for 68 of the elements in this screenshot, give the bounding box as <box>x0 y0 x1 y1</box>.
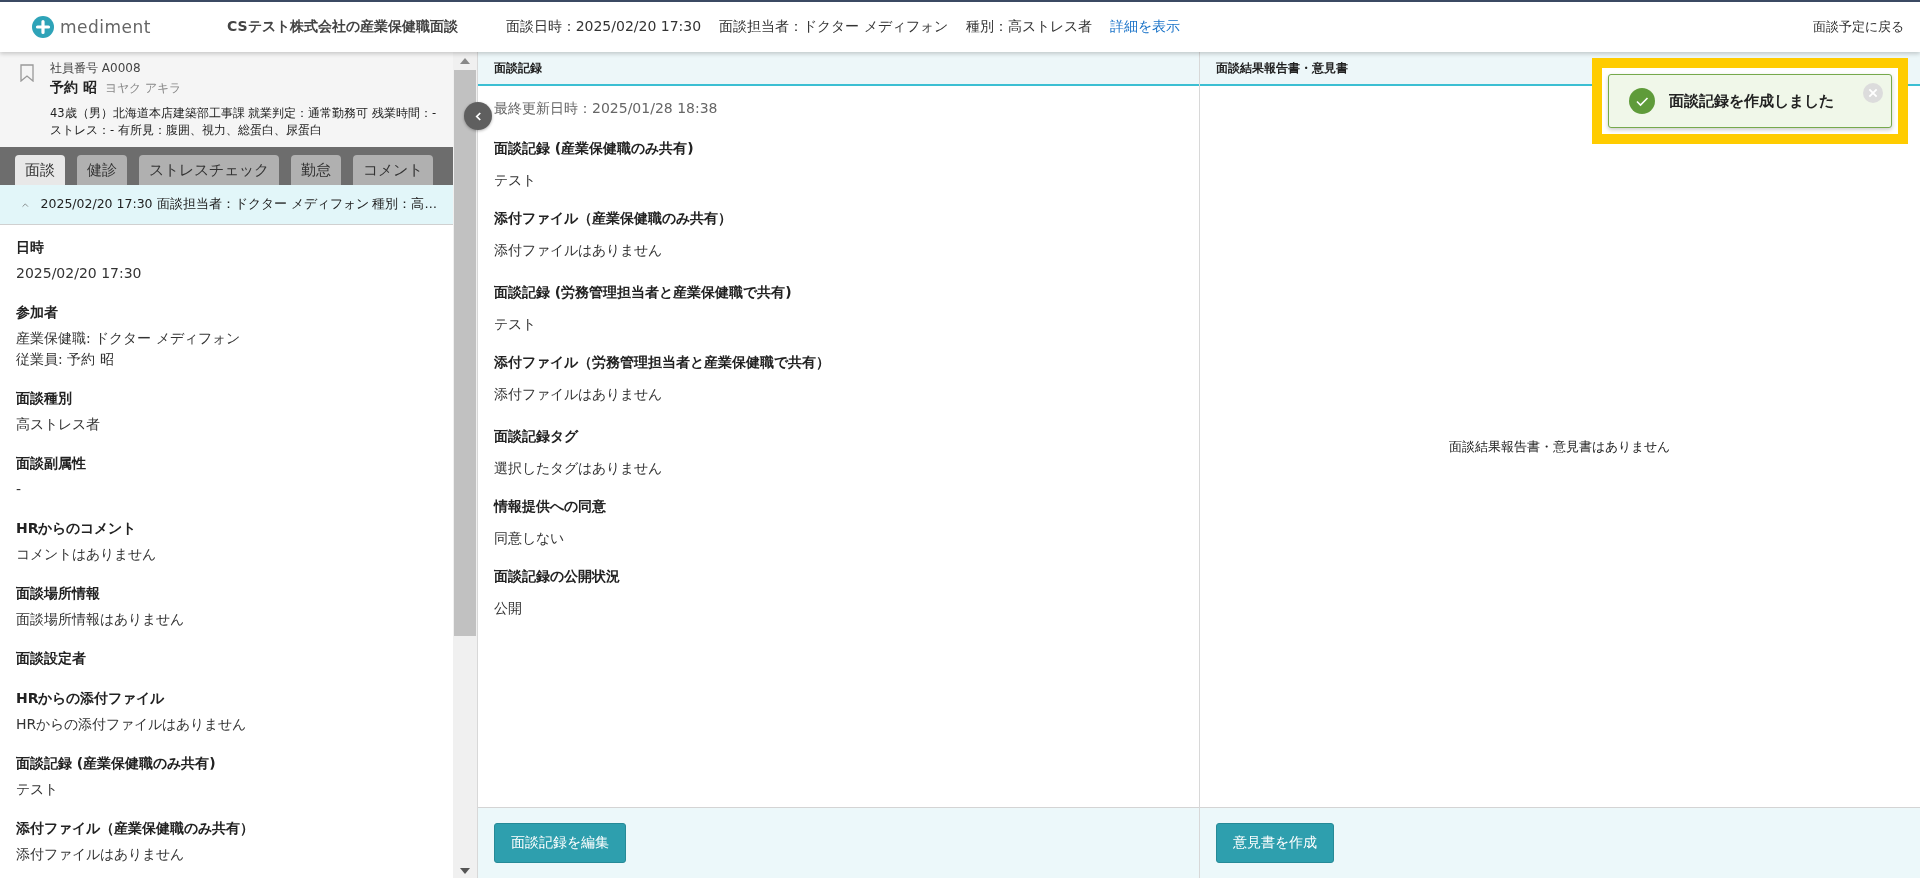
field-value: - <box>16 480 23 499</box>
field-label: 参加者 <box>16 304 59 322</box>
tab[interactable]: 勤怠 <box>291 155 341 185</box>
section-label: 面談記録 (産業保健職のみ共有) <box>494 140 695 158</box>
section-label: 情報提供への同意 <box>494 498 607 516</box>
section-value: テスト <box>494 316 537 334</box>
column-title: 面談記録 <box>494 59 542 77</box>
column-title: 面談結果報告書・意見書 <box>1215 59 1348 77</box>
employee-name: 予約 昭 <box>50 79 97 97</box>
employee-kana: ヨヤク アキラ <box>104 80 181 97</box>
toast-message: 面談記録を作成しました <box>1669 91 1835 111</box>
edit-record-button[interactable]: 面談記録を編集 <box>494 823 626 863</box>
create-opinion-button[interactable]: 意見書を作成 <box>1215 823 1334 863</box>
section-value: 同意しない <box>494 530 565 548</box>
employee-number: 社員番号 A0008 <box>50 60 142 77</box>
section-value: 添付ファイルはありません <box>494 386 663 404</box>
bookmark-icon[interactable] <box>20 64 34 82</box>
tab[interactable]: ストレスチェック <box>139 155 279 185</box>
interview-info: 面談日時：2025/02/20 17:30 <box>505 18 702 36</box>
tab[interactable]: コメント <box>353 155 433 185</box>
field-value: HRからの添付ファイルはありません <box>16 715 248 734</box>
empty-message: 面談結果報告書・意見書はありません <box>1449 437 1671 456</box>
section-label: 添付ファイル（産業保健職のみ共有） <box>494 210 733 228</box>
field-label: 面談種別 <box>16 390 73 408</box>
field-label: 面談設定者 <box>16 650 87 668</box>
interview-info: 種別：高ストレス者 <box>965 18 1092 36</box>
section-value: 選択したタグはありません <box>494 460 663 478</box>
field-value: 添付ファイルはありません <box>16 845 185 864</box>
section-value: 添付ファイルはありません <box>494 242 663 260</box>
field-value: 産業保健職: ドクター メディフォン <box>16 329 241 348</box>
field-value: コメントはありません <box>16 545 157 564</box>
scrollbar[interactable] <box>453 52 477 878</box>
tab[interactable]: 健診 <box>77 155 127 185</box>
field-label: HRからのコメント <box>16 520 138 538</box>
check-circle-icon <box>1629 88 1655 114</box>
field-label: 面談記録 (産業保健職のみ共有) <box>16 755 217 773</box>
plus-logo-icon <box>32 16 54 38</box>
scroll-up-icon[interactable] <box>460 58 470 64</box>
field-value: 面談場所情報はありません <box>16 610 185 629</box>
field-label: 添付ファイル（産業保健職のみ共有） <box>16 820 255 838</box>
section-label: 面談記録タグ <box>494 428 580 446</box>
collapse-panel-button[interactable] <box>464 102 492 130</box>
last-updated: 最終更新日時：2025/01/28 18:38 <box>494 100 719 118</box>
tab[interactable]: 面談 <box>15 155 65 185</box>
details-link[interactable]: 詳細を表示 <box>1109 18 1180 36</box>
field-label: 面談副属性 <box>16 455 87 473</box>
field-label: 日時 <box>16 239 45 257</box>
field-value: 高ストレス者 <box>16 415 101 434</box>
close-icon[interactable] <box>1863 83 1883 103</box>
scroll-thumb[interactable] <box>454 70 476 636</box>
employee-summary: 43歳（男）北海道本店建築部工事課 就業判定：通常勤務可 残業時間：- ストレス：- 有所見：腹囲、視力、総蛋白、尿蛋白 <box>50 105 438 139</box>
field-value: テスト <box>16 780 59 799</box>
scroll-down-icon[interactable] <box>460 868 470 874</box>
interview-info: 面談担当者：ドクター メディフォン <box>719 18 948 36</box>
section-label: 添付ファイル（労務管理担当者と産業保健職で共有） <box>494 354 831 372</box>
accordion-summary: 2025/02/20 17:30 面談担当者：ドクター メディフォン 種別：高… <box>40 196 437 213</box>
logo-text: mediment <box>60 17 151 37</box>
section-value: 公開 <box>494 600 523 618</box>
section-value: テスト <box>494 172 537 190</box>
back-link[interactable]: 面談予定に戻る <box>1813 18 1904 36</box>
section-label: 面談記録 (労務管理担当者と産業保健職で共有) <box>494 284 793 302</box>
page-title: CSテスト株式会社の産業保健職面談 <box>227 18 458 36</box>
field-value: 従業員: 予約 昭 <box>16 350 115 369</box>
accordion-header[interactable]: 2025/02/20 17:30 面談担当者：ドクター メディフォン 種別：高… <box>0 185 453 225</box>
field-label: HRからの添付ファイル <box>16 690 166 708</box>
field-value: 2025/02/20 17:30 <box>16 264 143 283</box>
field-label: 面談場所情報 <box>16 585 101 603</box>
section-label: 面談記録の公開状況 <box>494 568 621 586</box>
